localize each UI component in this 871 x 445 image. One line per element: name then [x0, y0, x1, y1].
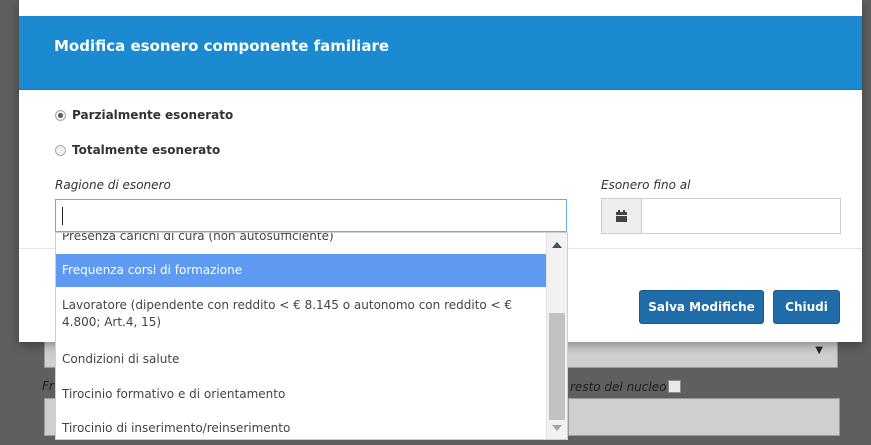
dropdown-option[interactable]: Tirocinio di inserimento/reinserimento — [56, 420, 546, 439]
reason-select-input[interactable] — [55, 199, 567, 232]
date-label: Esonero fino al — [601, 178, 691, 192]
radio-label: Totalmente esonerato — [72, 143, 221, 157]
radio-button[interactable] — [55, 144, 66, 156]
modal-header: Modifica esonero componente familiare — [19, 16, 862, 90]
background-field — [568, 398, 840, 436]
radio-button-checked[interactable] — [55, 109, 66, 121]
scroll-down-icon[interactable] — [552, 425, 562, 431]
reason-dropdown-list[interactable]: Presenza carichi di cura (non autosuffic… — [55, 232, 568, 440]
save-button[interactable]: Salva Modifiche — [639, 290, 764, 324]
text-cursor — [62, 207, 63, 225]
dropdown-option[interactable]: Condizioni di salute — [56, 351, 546, 371]
date-field[interactable] — [601, 198, 841, 234]
modal-title: Modifica esonero componente familiare — [54, 37, 390, 55]
dropdown-option-highlighted[interactable]: Frequenza corsi di formazione — [56, 254, 546, 287]
close-button[interactable]: Chiudi — [773, 290, 840, 324]
dropdown-option[interactable]: Tirocinio formativo e di orientamento — [56, 386, 546, 406]
dropdown-option[interactable]: Lavoratore (dipendente con reddito < € 8… — [56, 293, 546, 337]
reason-label: Ragione di esonero — [55, 178, 171, 192]
scrollbar-thumb[interactable] — [549, 313, 565, 420]
resto-label: resto del nucleo — [570, 380, 667, 394]
dropdown-option[interactable]: Presenza carichi di cura (non autosuffic… — [56, 233, 546, 248]
radio-label: Parzialmente esonerato — [72, 108, 234, 122]
calendar-icon — [616, 209, 627, 222]
background-label: Fr — [42, 379, 54, 393]
background-label-resto: resto del nucleo — [570, 380, 682, 394]
radio-parzialmente[interactable]: Parzialmente esonerato — [55, 108, 233, 122]
calendar-button[interactable] — [602, 199, 642, 233]
scroll-up-icon[interactable] — [552, 242, 562, 248]
chevron-down-icon: ▼ — [815, 345, 823, 356]
resto-checkbox — [668, 380, 682, 393]
dropdown-scrollbar[interactable] — [546, 233, 567, 439]
radio-totalmente[interactable]: Totalmente esonerato — [55, 143, 220, 157]
